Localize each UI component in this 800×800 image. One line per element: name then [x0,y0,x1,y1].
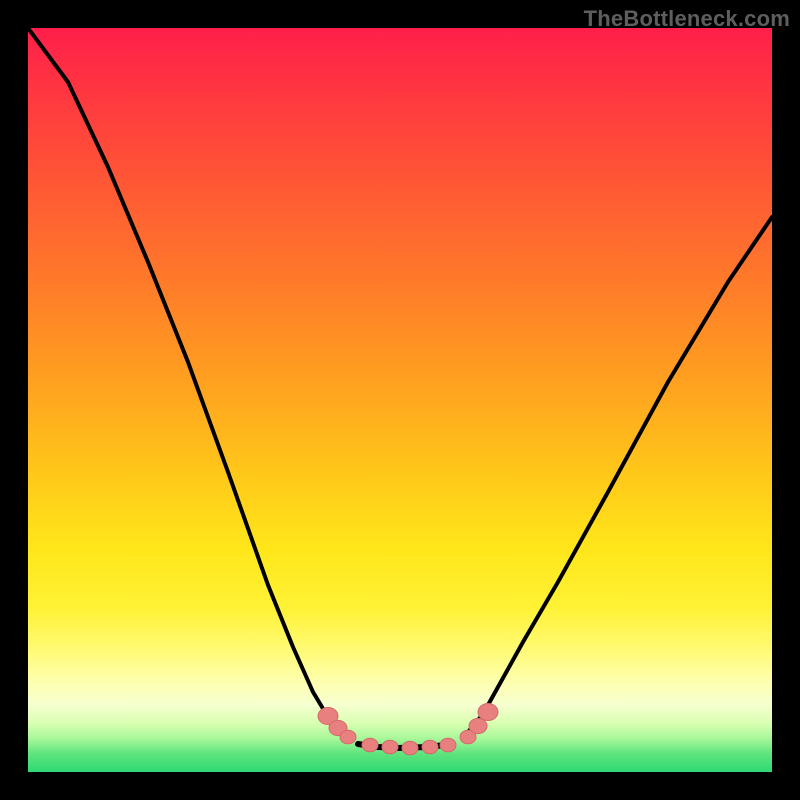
bead-F3 [402,741,418,755]
chart-frame: TheBottleneck.com [0,0,800,800]
bead-F4 [422,740,438,754]
marker-layer [318,704,498,755]
bead-R1 [478,704,498,721]
bead-R2 [469,718,487,733]
plot-area [28,28,772,772]
bead-F2 [382,740,398,754]
bead-F1 [362,738,378,752]
bead-L3 [340,730,356,744]
series-curve-left [28,28,343,732]
curve-layer [28,28,772,748]
bead-F5 [440,738,456,752]
series-curve-right [468,217,772,732]
chart-svg [28,28,772,772]
